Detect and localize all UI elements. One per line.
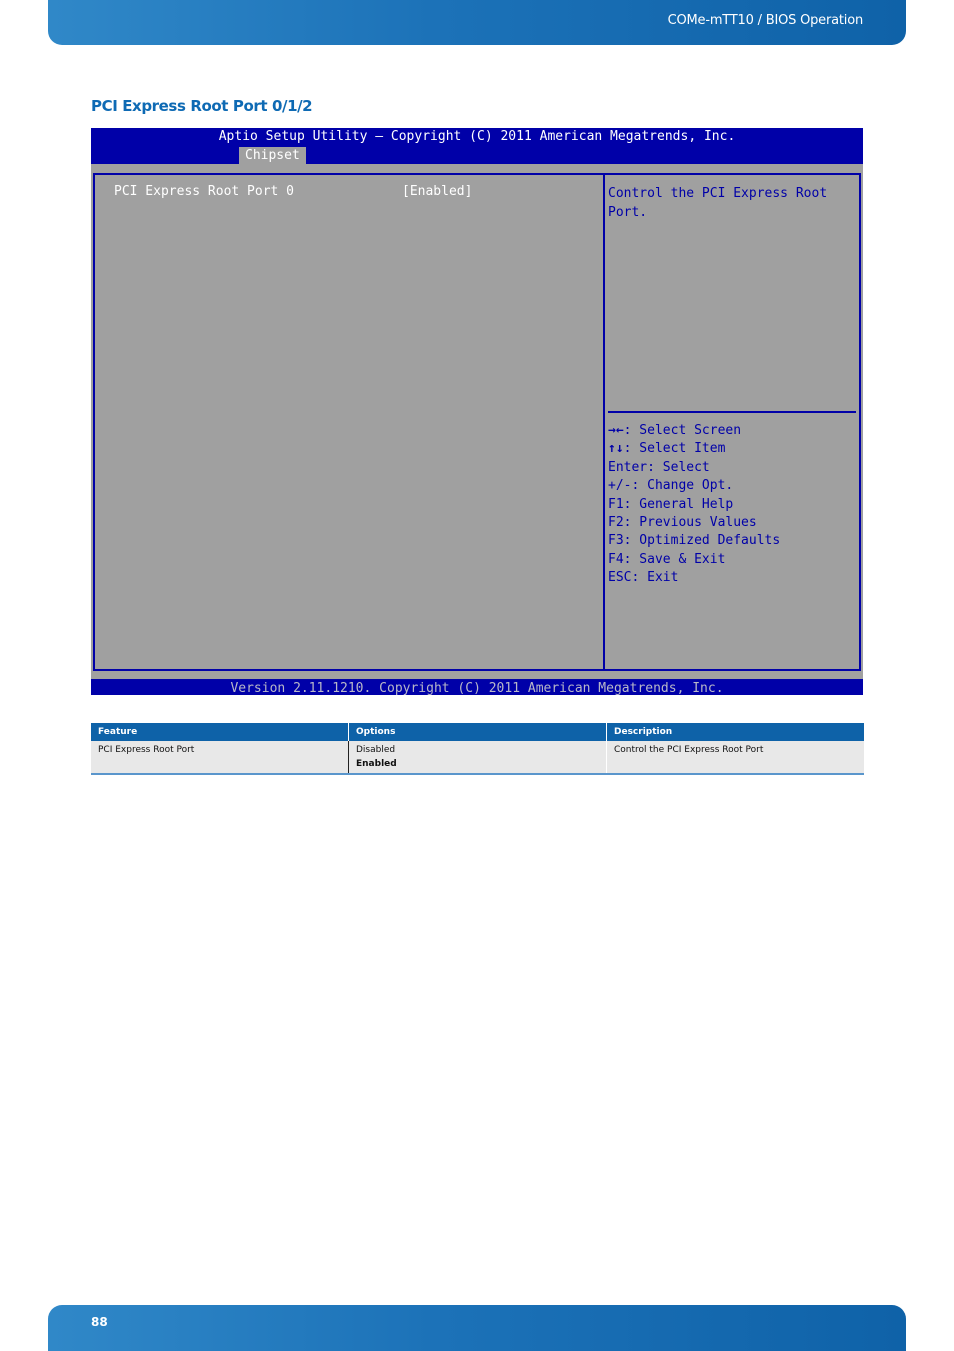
key-f4: F4: Save & Exit <box>608 551 726 567</box>
table-header-row: Feature Options Description <box>91 723 864 741</box>
arrow-left-right-icon: →← <box>608 423 624 438</box>
bios-copyright: Aptio Setup Utility – Copyright (C) 2011… <box>218 129 736 144</box>
tab-chipset[interactable]: Chipset <box>239 147 306 164</box>
key-select-item: ↑↓: Select Item <box>608 441 726 457</box>
help-divider <box>608 411 856 413</box>
options-cell: Disabled Enabled <box>348 741 607 775</box>
page-header: COMe-mTT10 / BIOS Operation <box>48 0 906 45</box>
bios-screenshot: Aptio Setup Utility – Copyright (C) 2011… <box>91 128 863 695</box>
bios-title-bar: Aptio Setup Utility – Copyright (C) 2011… <box>91 128 863 164</box>
bios-settings-pane: PCI Express Root Port 0 [Enabled] <box>93 173 603 671</box>
feature-cell: PCI Express Root Port <box>91 741 349 775</box>
page-footer: 88 <box>48 1305 906 1351</box>
key-f2: F2: Previous Values <box>608 514 757 530</box>
help-text: Control the PCI Express Root Port. <box>608 186 828 220</box>
setting-value[interactable]: [Enabled] <box>402 184 472 199</box>
key-legend: →←: Select Screen ↑↓: Select Item Enter:… <box>608 422 780 588</box>
page-number: 88 <box>91 1315 108 1329</box>
feature-options-table: Feature Options Description PCI Express … <box>91 723 864 775</box>
description-cell: Control the PCI Express Root Port <box>606 741 864 775</box>
column-header-description: Description <box>606 723 864 741</box>
document-title: COMe-mTT10 / BIOS Operation <box>667 13 864 28</box>
section-title: PCI Express Root Port 0/1/2 <box>91 97 313 115</box>
key-change-opt: +/-: Change Opt. <box>608 478 734 494</box>
key-f3: F3: Optimized Defaults <box>608 533 781 549</box>
option-disabled: Disabled <box>356 745 396 755</box>
key-enter: Enter: Select <box>608 459 710 475</box>
option-enabled-default: Enabled <box>356 759 397 769</box>
bios-version-footer: Version 2.11.1210. Copyright (C) 2011 Am… <box>91 679 863 695</box>
arrow-up-down-icon: ↑↓ <box>608 441 624 457</box>
key-select-screen: →←: Select Screen <box>608 423 742 438</box>
column-header-options: Options <box>348 723 607 741</box>
table-row: PCI Express Root Port Disabled Enabled C… <box>91 741 864 775</box>
setting-label: PCI Express Root Port 0 <box>114 184 295 199</box>
bios-help-pane: Control the PCI Express Root Port. →←: S… <box>603 173 861 671</box>
key-f1: F1: General Help <box>608 496 734 512</box>
column-header-feature: Feature <box>91 723 349 741</box>
key-esc: ESC: Exit <box>608 570 679 586</box>
